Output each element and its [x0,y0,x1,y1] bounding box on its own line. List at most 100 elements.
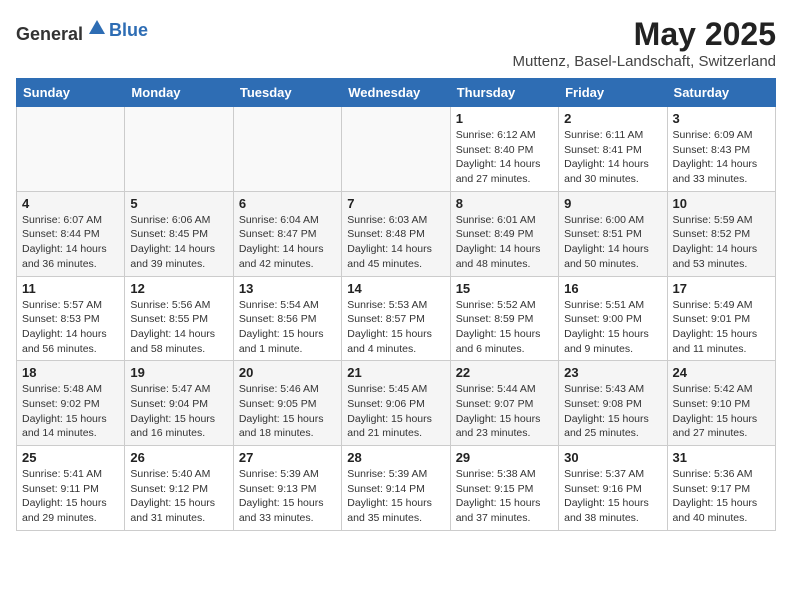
title-area: May 2025 Muttenz, Basel-Landschaft, Swit… [513,16,776,70]
calendar-cell: 28Sunrise: 5:39 AM Sunset: 9:14 PM Dayli… [342,446,450,531]
day-info: Sunrise: 5:53 AM Sunset: 8:57 PM Dayligh… [347,298,444,357]
day-number: 16 [564,281,661,296]
logo-general: General [16,24,83,44]
calendar-cell: 9 Sunrise: 6:00 AM Sunset: 8:51 PM Daylig… [559,191,667,276]
logo: General Blue [16,16,148,45]
calendar-cell: 4Sunrise: 6:07 AM Sunset: 8:44 PM Daylig… [17,191,125,276]
calendar-cell [125,107,233,192]
day-info: Sunrise: 5:47 AM Sunset: 9:04 PM Dayligh… [130,382,227,441]
weekday-header-sunday: Sunday [17,79,125,107]
day-info: Sunrise: 5:45 AM Sunset: 9:06 PM Dayligh… [347,382,444,441]
day-number: 24 [673,365,770,380]
day-number: 28 [347,450,444,465]
calendar-cell: 7 Sunrise: 6:03 AM Sunset: 8:48 PM Daylig… [342,191,450,276]
calendar-cell: 5Sunrise: 6:06 AM Sunset: 8:45 PM Daylig… [125,191,233,276]
calendar-cell: 23 Sunrise: 5:43 AM Sunset: 9:08 PM Dayli… [559,361,667,446]
day-number: 25 [22,450,119,465]
calendar-cell: 21 Sunrise: 5:45 AM Sunset: 9:06 PM Dayli… [342,361,450,446]
day-number: 7 [347,196,444,211]
calendar-cell: 31 Sunrise: 5:36 AM Sunset: 9:17 PM Dayli… [667,446,775,531]
weekday-header-row: SundayMondayTuesdayWednesdayThursdayFrid… [17,79,776,107]
day-number: 3 [673,111,770,126]
calendar-week-row: 18 Sunrise: 5:48 AM Sunset: 9:02 PM Dayli… [17,361,776,446]
day-info: Sunrise: 5:39 AM Sunset: 9:13 PM Dayligh… [239,467,336,526]
day-info: Sunrise: 5:59 AM Sunset: 8:52 PM Dayligh… [673,213,770,272]
day-info: Sunrise: 6:04 AM Sunset: 8:47 PM Dayligh… [239,213,336,272]
calendar-cell: 27 Sunrise: 5:39 AM Sunset: 9:13 PM Dayli… [233,446,341,531]
calendar-week-row: 25Sunrise: 5:41 AM Sunset: 9:11 PM Dayli… [17,446,776,531]
day-info: Sunrise: 5:42 AM Sunset: 9:10 PM Dayligh… [673,382,770,441]
day-info: Sunrise: 5:46 AM Sunset: 9:05 PM Dayligh… [239,382,336,441]
calendar-cell: 30 Sunrise: 5:37 AM Sunset: 9:16 PM Dayli… [559,446,667,531]
day-info: Sunrise: 5:56 AM Sunset: 8:55 PM Dayligh… [130,298,227,357]
day-number: 8 [456,196,553,211]
day-number: 11 [22,281,119,296]
page-header: General Blue May 2025 Muttenz, Basel-Lan… [16,16,776,70]
day-number: 15 [456,281,553,296]
day-info: Sunrise: 5:43 AM Sunset: 9:08 PM Dayligh… [564,382,661,441]
month-title: May 2025 [513,16,776,53]
day-info: Sunrise: 6:09 AM Sunset: 8:43 PM Dayligh… [673,128,770,187]
day-number: 21 [347,365,444,380]
day-info: Sunrise: 6:11 AM Sunset: 8:41 PM Dayligh… [564,128,661,187]
day-info: Sunrise: 5:54 AM Sunset: 8:56 PM Dayligh… [239,298,336,357]
day-number: 26 [130,450,227,465]
day-info: Sunrise: 5:37 AM Sunset: 9:16 PM Dayligh… [564,467,661,526]
day-info: Sunrise: 6:01 AM Sunset: 8:49 PM Dayligh… [456,213,553,272]
calendar-week-row: 1Sunrise: 6:12 AM Sunset: 8:40 PM Daylig… [17,107,776,192]
calendar-cell: 6Sunrise: 6:04 AM Sunset: 8:47 PM Daylig… [233,191,341,276]
weekday-header-friday: Friday [559,79,667,107]
weekday-header-monday: Monday [125,79,233,107]
calendar-cell: 22 Sunrise: 5:44 AM Sunset: 9:07 PM Dayli… [450,361,558,446]
calendar-week-row: 4Sunrise: 6:07 AM Sunset: 8:44 PM Daylig… [17,191,776,276]
calendar-cell: 2 Sunrise: 6:11 AM Sunset: 8:41 PM Daylig… [559,107,667,192]
calendar-cell: 25Sunrise: 5:41 AM Sunset: 9:11 PM Dayli… [17,446,125,531]
day-info: Sunrise: 5:57 AM Sunset: 8:53 PM Dayligh… [22,298,119,357]
calendar-cell: 13Sunrise: 5:54 AM Sunset: 8:56 PM Dayli… [233,276,341,361]
day-number: 18 [22,365,119,380]
calendar-cell: 16 Sunrise: 5:51 AM Sunset: 9:00 PM Dayli… [559,276,667,361]
day-number: 9 [564,196,661,211]
day-number: 12 [130,281,227,296]
calendar-cell: 20 Sunrise: 5:46 AM Sunset: 9:05 PM Dayli… [233,361,341,446]
day-number: 5 [130,196,227,211]
day-number: 30 [564,450,661,465]
calendar-table: SundayMondayTuesdayWednesdayThursdayFrid… [16,78,776,531]
weekday-header-tuesday: Tuesday [233,79,341,107]
calendar-cell: 11 Sunrise: 5:57 AM Sunset: 8:53 PM Dayli… [17,276,125,361]
logo-icon [85,16,109,40]
calendar-cell: 8 Sunrise: 6:01 AM Sunset: 8:49 PM Daylig… [450,191,558,276]
day-info: Sunrise: 5:48 AM Sunset: 9:02 PM Dayligh… [22,382,119,441]
day-info: Sunrise: 6:03 AM Sunset: 8:48 PM Dayligh… [347,213,444,272]
day-info: Sunrise: 6:00 AM Sunset: 8:51 PM Dayligh… [564,213,661,272]
day-number: 17 [673,281,770,296]
calendar-cell: 3 Sunrise: 6:09 AM Sunset: 8:43 PM Daylig… [667,107,775,192]
calendar-cell [17,107,125,192]
day-number: 23 [564,365,661,380]
day-number: 4 [22,196,119,211]
calendar-cell: 12 Sunrise: 5:56 AM Sunset: 8:55 PM Dayli… [125,276,233,361]
calendar-cell: 29Sunrise: 5:38 AM Sunset: 9:15 PM Dayli… [450,446,558,531]
logo-blue: Blue [109,20,148,40]
calendar-cell: 18 Sunrise: 5:48 AM Sunset: 9:02 PM Dayli… [17,361,125,446]
calendar-cell: 19Sunrise: 5:47 AM Sunset: 9:04 PM Dayli… [125,361,233,446]
day-number: 14 [347,281,444,296]
calendar-cell [342,107,450,192]
calendar-cell: 17 Sunrise: 5:49 AM Sunset: 9:01 PM Dayli… [667,276,775,361]
calendar-cell: 15Sunrise: 5:52 AM Sunset: 8:59 PM Dayli… [450,276,558,361]
day-info: Sunrise: 5:44 AM Sunset: 9:07 PM Dayligh… [456,382,553,441]
day-info: Sunrise: 5:49 AM Sunset: 9:01 PM Dayligh… [673,298,770,357]
day-number: 27 [239,450,336,465]
day-number: 2 [564,111,661,126]
weekday-header-thursday: Thursday [450,79,558,107]
weekday-header-wednesday: Wednesday [342,79,450,107]
calendar-cell: 24 Sunrise: 5:42 AM Sunset: 9:10 PM Dayli… [667,361,775,446]
location-title: Muttenz, Basel-Landschaft, Switzerland [513,53,776,70]
day-number: 20 [239,365,336,380]
day-number: 22 [456,365,553,380]
day-info: Sunrise: 5:38 AM Sunset: 9:15 PM Dayligh… [456,467,553,526]
day-info: Sunrise: 5:51 AM Sunset: 9:00 PM Dayligh… [564,298,661,357]
calendar-week-row: 11 Sunrise: 5:57 AM Sunset: 8:53 PM Dayli… [17,276,776,361]
day-number: 31 [673,450,770,465]
day-info: Sunrise: 5:36 AM Sunset: 9:17 PM Dayligh… [673,467,770,526]
